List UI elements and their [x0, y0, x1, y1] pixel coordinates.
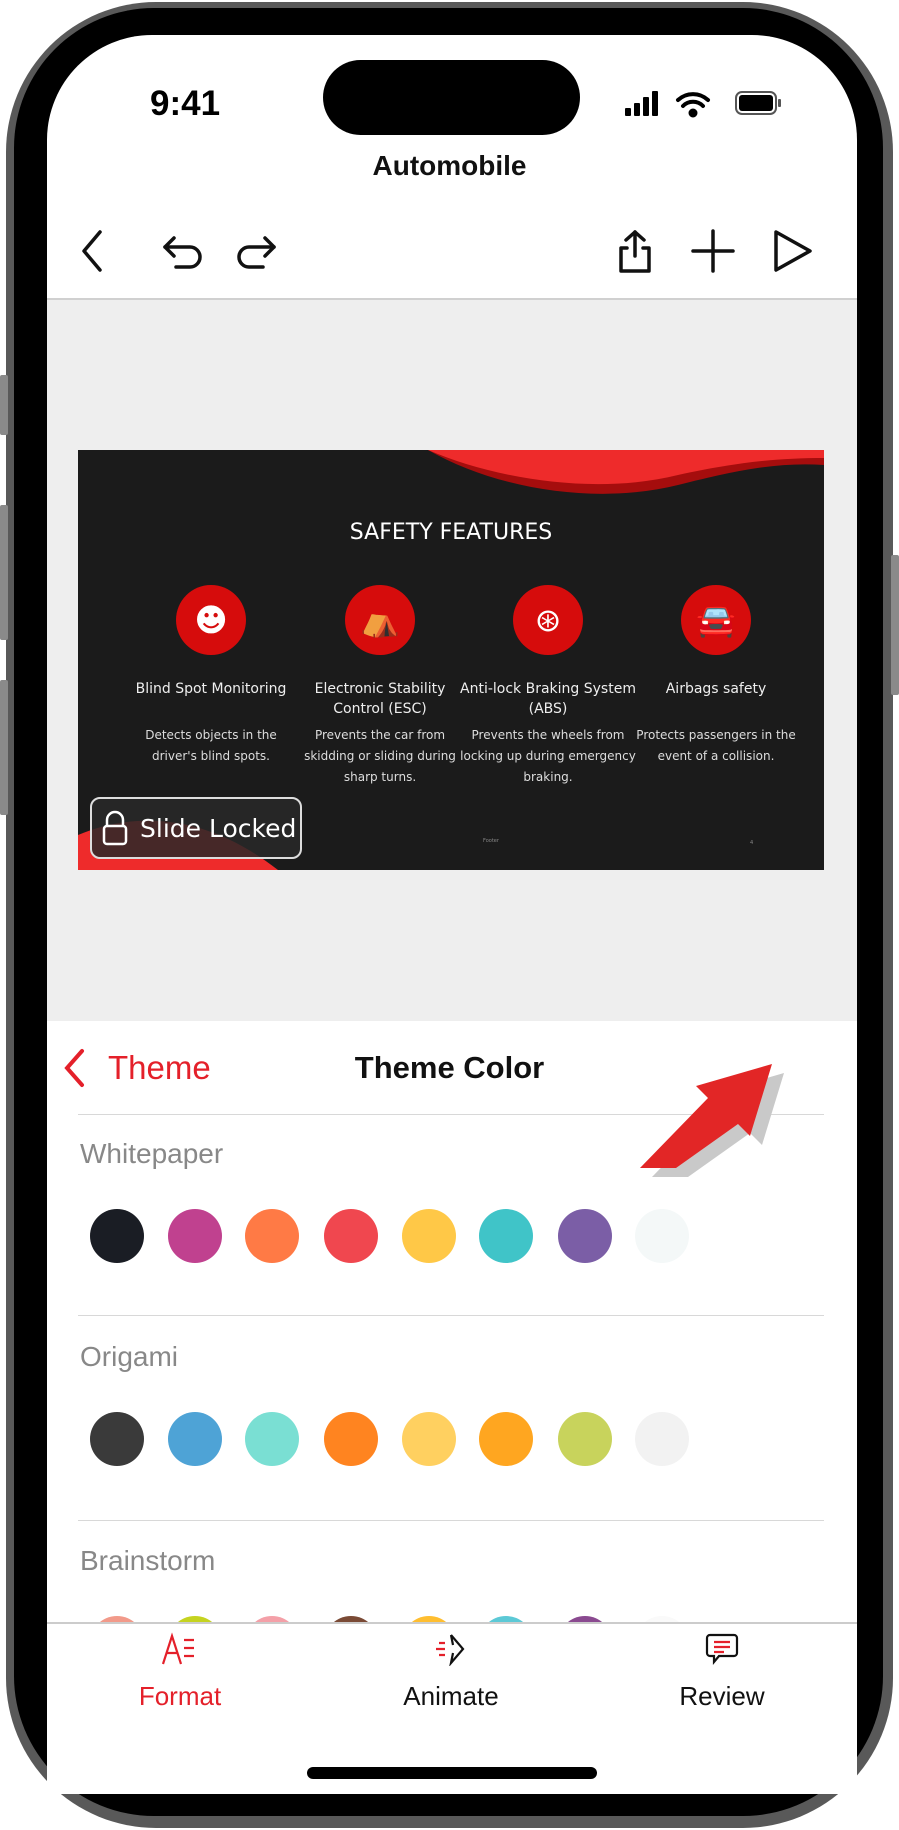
share-icon[interactable] — [612, 228, 658, 274]
color-swatch[interactable] — [558, 1412, 612, 1466]
back-chevron-icon[interactable] — [70, 228, 116, 274]
color-swatch[interactable] — [635, 1209, 689, 1263]
divider — [78, 1315, 824, 1316]
theme-name[interactable]: Origami — [80, 1341, 178, 1373]
battery-icon — [735, 91, 781, 115]
comment-icon — [705, 1633, 739, 1666]
feature-description: Detects objects in the driver's blind sp… — [145, 728, 277, 763]
feature-description: Protects passengers in the event of a co… — [636, 728, 796, 763]
theme-name[interactable]: Brainstorm — [80, 1545, 215, 1577]
tab-label: Animate — [403, 1681, 499, 1711]
color-swatch[interactable] — [635, 1412, 689, 1466]
color-swatch[interactable] — [168, 1209, 222, 1263]
color-swatch[interactable] — [479, 1412, 533, 1466]
color-swatch[interactable] — [245, 1412, 299, 1466]
tab-format[interactable]: Format — [80, 1632, 280, 1712]
feature-heading: Airbags safety — [665, 681, 767, 697]
color-swatch[interactable] — [324, 1209, 378, 1263]
airbag-person-icon: ☻ — [176, 585, 246, 655]
wifi-icon — [676, 92, 710, 118]
slide-title: SAFETY FEATURES — [349, 520, 553, 545]
slide-page-number: 4 — [750, 840, 754, 846]
feature-blind-spot: ☻ Blind Spot Monitoring Detects objects in… — [121, 585, 301, 767]
slide-thumbnail[interactable]: SAFETY FEATURES ☻ Blind Spot Monitoring De… — [78, 450, 824, 870]
color-swatch[interactable] — [402, 1412, 456, 1466]
color-swatch[interactable] — [168, 1412, 222, 1466]
tab-review[interactable]: Review — [622, 1632, 822, 1712]
lock-label: Slide Locked — [140, 813, 297, 843]
lock-icon — [102, 810, 128, 846]
add-icon[interactable] — [690, 228, 736, 274]
divider — [78, 1520, 824, 1521]
car-crash-icon: 🚘 — [681, 585, 751, 655]
feature-heading: Anti-lock Braking System (ABS) — [460, 681, 636, 717]
tab-label: Review — [679, 1681, 765, 1711]
play-icon[interactable] — [770, 228, 816, 274]
color-swatch[interactable] — [90, 1412, 144, 1466]
tab-animate[interactable]: Animate — [351, 1632, 551, 1712]
document-title: Automobile — [372, 150, 527, 181]
format-text-icon — [161, 1632, 194, 1665]
animate-icon — [436, 1634, 465, 1667]
color-swatch[interactable] — [245, 1209, 299, 1263]
volume-up-button — [0, 505, 8, 640]
feature-description: Prevents the wheels from locking up duri… — [460, 728, 636, 784]
undo-icon[interactable] — [160, 228, 206, 274]
dynamic-island — [323, 60, 580, 135]
feature-esc: ⛺ Electronic Stability Control (ESC) Preve… — [290, 585, 470, 788]
color-swatch[interactable] — [324, 1412, 378, 1466]
slide-locked-badge: Slide Locked — [90, 797, 302, 859]
mute-switch — [0, 375, 8, 435]
color-swatch[interactable] — [402, 1209, 456, 1263]
feature-abs: ⊛ Anti-lock Braking System (ABS) Prevents … — [458, 585, 638, 788]
car-seat-icon: ⛺ — [345, 585, 415, 655]
theme-name[interactable]: Whitepaper — [80, 1138, 223, 1170]
volume-down-button — [0, 680, 8, 815]
annotation-arrow — [640, 1064, 784, 1177]
redo-icon[interactable] — [233, 228, 279, 274]
color-swatch[interactable] — [558, 1209, 612, 1263]
power-button — [891, 555, 899, 695]
color-swatch[interactable] — [479, 1209, 533, 1263]
cellular-signal-icon — [625, 91, 658, 116]
feature-heading: Electronic Stability Control (ESC) — [314, 681, 446, 717]
tab-label: Format — [138, 1681, 222, 1711]
feature-heading: Blind Spot Monitoring — [135, 681, 287, 697]
brake-disc-icon: ⊛ — [513, 585, 583, 655]
color-swatch[interactable] — [90, 1209, 144, 1263]
status-icons — [625, 91, 781, 118]
status-time: 9:41 — [150, 84, 221, 123]
slide-footer: Footer — [483, 838, 499, 844]
feature-airbags: 🚘 Airbags safety Protects passengers in th… — [626, 585, 806, 767]
feature-description: Prevents the car from skidding or slidin… — [304, 728, 456, 784]
home-indicator[interactable] — [307, 1767, 597, 1779]
